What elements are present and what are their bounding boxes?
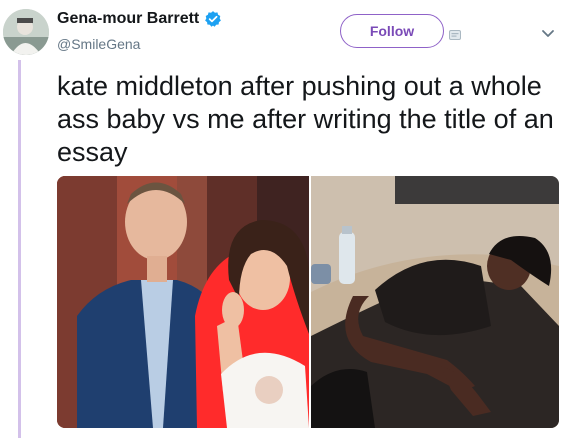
author-display-name[interactable]: Gena-mour Barrett — [57, 10, 199, 28]
media-photo-tired-woman[interactable] — [311, 176, 559, 428]
verified-badge-icon — [204, 10, 222, 28]
tweet-media[interactable] — [57, 176, 559, 428]
chevron-down-icon[interactable] — [541, 26, 555, 37]
media-photo-royal-couple[interactable] — [57, 176, 309, 428]
tweet-text: kate middleton after pushing out a whole… — [57, 71, 554, 167]
author-handle[interactable]: @SmileGena — [57, 36, 140, 52]
card-icon[interactable] — [449, 27, 461, 40]
follow-button[interactable]: Follow — [340, 14, 444, 48]
thread-line — [18, 60, 21, 438]
author-name-row: Gena-mour Barrett — [57, 10, 222, 28]
avatar[interactable] — [3, 9, 49, 55]
